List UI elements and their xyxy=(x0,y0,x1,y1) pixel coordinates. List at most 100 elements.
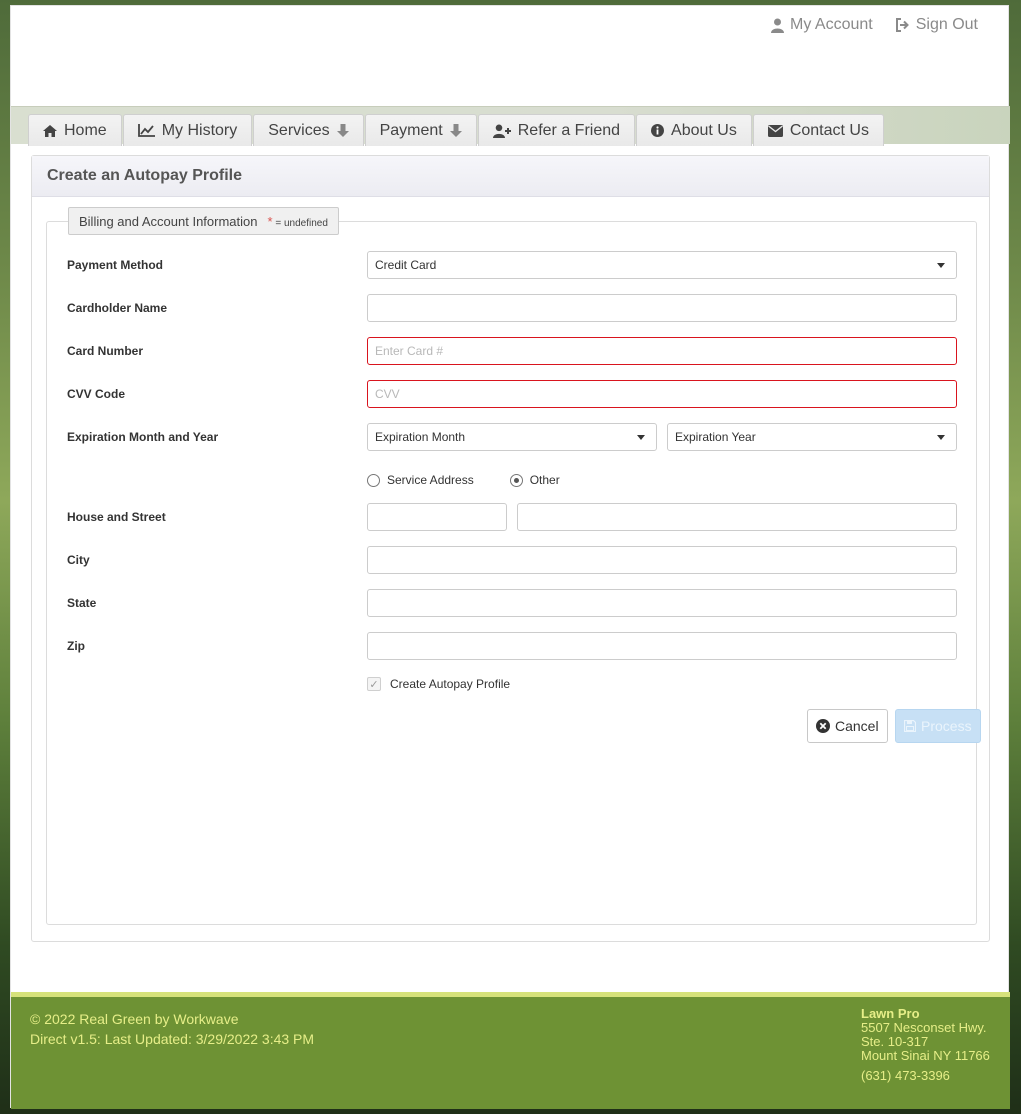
cardholder-name-input[interactable] xyxy=(367,294,957,322)
radio-button xyxy=(367,473,380,487)
nav-bar: Home My History Services Payment Refer a… xyxy=(11,106,1010,146)
cardholder-name-row: Cardholder Name xyxy=(67,294,957,322)
required-note-text: = undefined xyxy=(275,217,328,229)
tab-about-us[interactable]: About Us xyxy=(636,114,752,146)
close-circle-icon xyxy=(816,719,830,733)
company-info: Lawn Pro 5507 Nesconset Hwy. Ste. 10-317… xyxy=(861,1007,990,1083)
legend-title: Billing and Account Information xyxy=(79,213,258,229)
expiration-month-value: Expiration Month xyxy=(375,430,466,444)
chevron-down-icon xyxy=(637,434,645,440)
tab-label: My History xyxy=(161,121,238,139)
tab-contact-us[interactable]: Contact Us xyxy=(752,114,884,146)
billing-fieldset: Billing and Account Information * = unde… xyxy=(46,207,981,925)
chevron-down-icon xyxy=(937,262,945,268)
create-autopay-checkbox[interactable]: ✓ Create Autopay Profile xyxy=(367,670,510,698)
expiration-row: Expiration Month and Year Expiration Mon… xyxy=(67,423,957,451)
tab-label: Refer a Friend xyxy=(517,121,621,139)
footer-left: © 2022 Real Green by Workwave Direct v1.… xyxy=(30,1009,314,1049)
sign-out-label: Sign Out xyxy=(915,16,978,33)
tab-home[interactable]: Home xyxy=(28,114,122,146)
house-number-input[interactable] xyxy=(367,503,507,531)
sign-out-link[interactable]: Sign Out xyxy=(895,16,978,34)
city-input[interactable] xyxy=(367,546,957,574)
fieldset-legend: Billing and Account Information * = unde… xyxy=(68,207,339,235)
tab-label: Contact Us xyxy=(789,121,869,139)
zip-label: Zip xyxy=(67,639,85,653)
tab-payment[interactable]: Payment xyxy=(364,114,477,146)
address-choice-row: Service Address Other xyxy=(67,466,957,494)
process-button[interactable]: Process xyxy=(895,709,981,743)
state-input[interactable] xyxy=(367,589,957,617)
tab-my-history[interactable]: My History xyxy=(122,114,253,146)
required-star: * xyxy=(267,213,273,229)
service-address-radio[interactable]: Service Address xyxy=(367,473,474,487)
expiration-month-select[interactable]: Expiration Month xyxy=(367,423,657,451)
address-radio-group: Service Address Other xyxy=(367,466,560,494)
payment-method-label: Payment Method xyxy=(67,258,164,272)
page: My Account Sign Out Home My History Serv… xyxy=(10,5,1010,1109)
cvv-row: CVV Code CVV xyxy=(67,380,957,408)
cvv-label: CVV Code xyxy=(67,387,126,401)
cancel-button[interactable]: Cancel xyxy=(807,709,888,743)
chart-line-icon xyxy=(137,124,155,137)
create-autopay-row: ✓ Create Autopay Profile xyxy=(67,670,957,698)
tab-refer-a-friend[interactable]: Refer a Friend xyxy=(477,114,636,146)
tab-label: Services xyxy=(268,121,330,139)
radio-button xyxy=(509,473,523,487)
autopay-panel: Create an Autopay Profile Billing and Ac… xyxy=(31,155,990,942)
chevron-down-icon xyxy=(937,434,945,440)
copyright-text: © 2022 Real Green by Workwave xyxy=(30,1011,239,1027)
zip-input[interactable] xyxy=(367,632,957,660)
radio-label: Other xyxy=(529,473,560,487)
cvv-input[interactable]: CVV xyxy=(367,380,957,408)
home-icon xyxy=(43,124,57,137)
tab-label: About Us xyxy=(671,121,737,139)
required-note: * = undefined xyxy=(268,214,328,229)
address-line-2: Ste. 10-317 xyxy=(861,1034,929,1049)
info-circle-icon xyxy=(651,124,665,137)
panel-title: Create an Autopay Profile xyxy=(32,156,989,197)
tab-label: Home xyxy=(64,121,107,139)
expiration-year-select[interactable]: Expiration Year xyxy=(667,423,957,451)
arrow-down-icon xyxy=(449,124,462,137)
other-address-radio[interactable]: Other xyxy=(509,473,560,487)
street-input[interactable] xyxy=(517,503,957,531)
save-icon xyxy=(904,720,916,732)
nav-tabs: Home My History Services Payment Refer a… xyxy=(28,114,885,146)
version-text: Direct v1.5: Last Updated: 3/29/2022 3:4… xyxy=(30,1031,315,1047)
sign-out-icon xyxy=(895,18,910,32)
expiration-label: Expiration Month and Year xyxy=(67,430,219,444)
company-phone[interactable]: (631) 473-3396 xyxy=(861,1069,990,1083)
radio-label: Service Address xyxy=(387,473,474,487)
tab-label: Payment xyxy=(379,121,443,139)
state-label: State xyxy=(67,596,97,610)
arrow-down-icon xyxy=(336,124,349,137)
city-label: City xyxy=(67,553,90,567)
expiration-year-value: Expiration Year xyxy=(675,430,756,444)
create-autopay-label: Create Autopay Profile xyxy=(390,677,511,691)
payment-method-select[interactable]: Credit Card xyxy=(367,251,957,279)
payment-method-row: Payment Method Credit Card xyxy=(67,251,957,279)
my-account-label: My Account xyxy=(790,16,873,33)
card-number-label: Card Number xyxy=(67,344,144,358)
cardholder-name-label: Cardholder Name xyxy=(67,301,168,315)
card-number-row: Card Number Enter Card # xyxy=(67,337,957,365)
city-row: City xyxy=(67,546,957,574)
zip-row: Zip xyxy=(67,632,957,660)
tab-services[interactable]: Services xyxy=(253,114,364,146)
check-icon: ✓ xyxy=(367,677,381,691)
envelope-icon xyxy=(767,124,783,137)
user-icon xyxy=(771,18,785,33)
cvv-placeholder: CVV xyxy=(375,387,400,401)
company-name: Lawn Pro xyxy=(861,1006,920,1021)
process-label: Process xyxy=(921,718,972,734)
user-bar: My Account Sign Out xyxy=(771,16,978,34)
my-account-link[interactable]: My Account xyxy=(771,16,873,34)
house-street-row: House and Street xyxy=(67,503,957,531)
action-buttons-row: Cancel Process xyxy=(67,709,981,743)
card-number-input[interactable]: Enter Card # xyxy=(367,337,957,365)
footer: © 2022 Real Green by Workwave Direct v1.… xyxy=(11,992,1010,1109)
payment-method-value: Credit Card xyxy=(375,258,437,272)
house-street-label: House and Street xyxy=(67,510,166,524)
cancel-label: Cancel xyxy=(835,718,879,734)
